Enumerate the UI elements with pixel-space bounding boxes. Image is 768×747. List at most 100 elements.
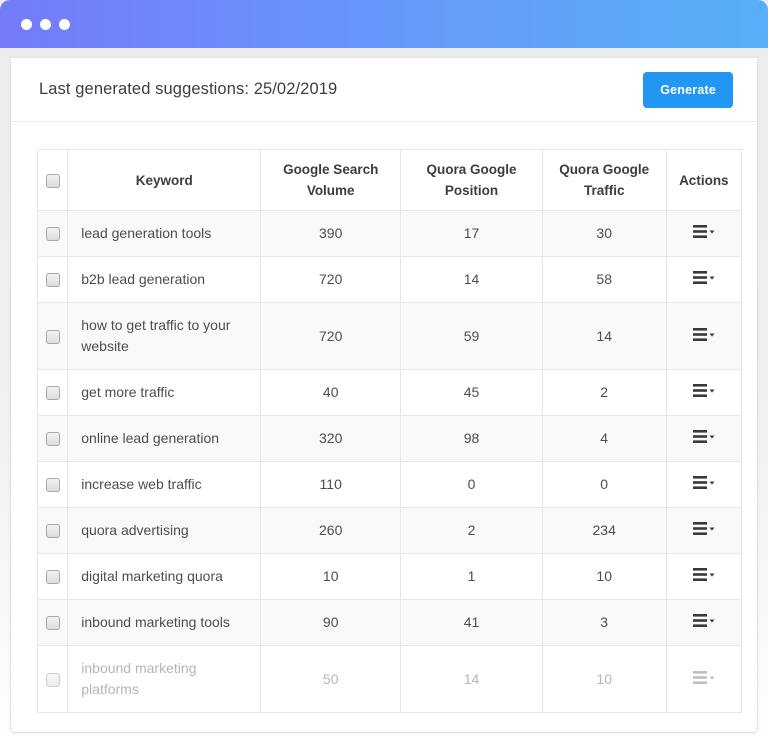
row-google-search-volume: 720 <box>260 302 402 370</box>
page: Last generated suggestions: 25/02/2019 G… <box>0 0 768 747</box>
table-header-row: Keyword Google Search Volume Quora Googl… <box>36 149 743 211</box>
row-actions-menu-button[interactable] <box>690 474 718 491</box>
row-google-search-volume: 50 <box>260 645 402 713</box>
hamburger-caret-icon <box>692 568 715 581</box>
row-checkbox[interactable] <box>46 478 60 493</box>
row-keyword: how to get traffic to your website <box>67 302 262 370</box>
row-checkbox[interactable] <box>46 273 60 288</box>
row-quora-google-traffic: 10 <box>541 553 667 600</box>
row-select-cell <box>36 599 69 646</box>
row-checkbox[interactable] <box>46 227 60 242</box>
column-header-quora-google-traffic: Quora Google Traffic <box>541 149 667 211</box>
row-quora-google-traffic: 30 <box>541 210 667 257</box>
column-header-quora-google-position: Quora Google Position <box>400 149 543 211</box>
row-quora-google-position: 0 <box>400 461 543 508</box>
row-keyword: online lead generation <box>67 415 262 462</box>
hamburger-caret-icon <box>692 430 715 443</box>
hamburger-caret-icon <box>692 476 715 489</box>
table-row: get more traffic 40 45 2 <box>36 369 743 416</box>
row-quora-google-traffic: 234 <box>541 507 667 554</box>
column-header-keyword: Keyword <box>67 149 262 211</box>
row-actions-cell <box>665 599 743 646</box>
table-row: increase web traffic 110 0 0 <box>36 461 743 508</box>
table-row: inbound marketing tools 90 41 3 <box>36 599 743 646</box>
row-quora-google-traffic: 14 <box>541 302 667 370</box>
row-quora-google-traffic: 3 <box>541 599 667 646</box>
row-quora-google-position: 1 <box>400 553 543 600</box>
window-dot-icon <box>21 18 32 30</box>
row-keyword: inbound marketing platforms <box>67 645 262 713</box>
row-select-cell <box>36 507 69 554</box>
row-checkbox[interactable] <box>46 386 60 401</box>
row-keyword: inbound marketing tools <box>67 599 262 646</box>
table-body: lead generation tools 390 17 30 b2b lead… <box>36 210 743 713</box>
hamburger-caret-icon <box>692 522 715 535</box>
row-actions-menu-button[interactable] <box>690 669 718 686</box>
suggestions-table: Keyword Google Search Volume Quora Googl… <box>36 149 743 713</box>
row-quora-google-position: 41 <box>400 599 543 646</box>
row-actions-menu-button[interactable] <box>690 326 718 343</box>
table-row: online lead generation 320 98 4 <box>36 415 743 462</box>
row-select-cell <box>36 461 69 508</box>
select-all-checkbox[interactable] <box>45 173 60 188</box>
row-actions-menu-button[interactable] <box>690 520 718 537</box>
row-select-cell <box>36 415 69 462</box>
hamburger-caret-icon <box>692 225 715 238</box>
row-quora-google-traffic: 10 <box>541 645 667 713</box>
row-keyword: b2b lead generation <box>67 256 262 303</box>
row-quora-google-traffic: 0 <box>541 461 667 508</box>
row-select-cell <box>36 302 69 370</box>
row-keyword: get more traffic <box>67 369 262 416</box>
row-actions-menu-button[interactable] <box>690 269 718 286</box>
row-checkbox[interactable] <box>46 672 60 687</box>
row-checkbox[interactable] <box>46 524 60 539</box>
row-actions-menu-button[interactable] <box>690 223 718 240</box>
row-select-cell <box>36 553 69 600</box>
row-keyword: increase web traffic <box>67 461 262 508</box>
table-row: how to get traffic to your website 720 5… <box>36 302 743 370</box>
row-google-search-volume: 260 <box>260 507 402 554</box>
row-select-cell <box>36 256 69 303</box>
row-keyword: digital marketing quora <box>67 553 262 600</box>
row-actions-cell <box>665 507 743 554</box>
row-actions-menu-button[interactable] <box>690 566 718 583</box>
row-checkbox[interactable] <box>46 616 60 631</box>
row-quora-google-position: 14 <box>400 256 543 303</box>
window-dot-icon <box>59 18 70 30</box>
row-quora-google-traffic: 4 <box>541 415 667 462</box>
select-all-header-cell <box>36 149 69 211</box>
row-actions-cell <box>665 461 743 508</box>
row-quora-google-position: 17 <box>400 210 543 257</box>
row-actions-cell <box>665 369 743 416</box>
row-checkbox[interactable] <box>46 570 60 585</box>
row-quora-google-position: 59 <box>400 302 543 370</box>
row-checkbox[interactable] <box>46 432 60 447</box>
row-actions-menu-button[interactable] <box>690 428 718 445</box>
row-google-search-volume: 320 <box>260 415 402 462</box>
row-select-cell <box>36 210 69 257</box>
table-wrap: Keyword Google Search Volume Quora Googl… <box>11 122 757 713</box>
row-quora-google-traffic: 2 <box>541 369 667 416</box>
browser-titlebar <box>0 0 768 48</box>
hamburger-caret-icon <box>692 271 715 284</box>
row-actions-menu-button[interactable] <box>690 382 718 399</box>
row-select-cell <box>36 369 69 416</box>
row-google-search-volume: 10 <box>260 553 402 600</box>
row-actions-cell <box>665 553 743 600</box>
row-actions-cell <box>665 645 743 713</box>
card-header: Last generated suggestions: 25/02/2019 G… <box>11 58 757 122</box>
hamburger-caret-icon <box>692 327 715 341</box>
row-actions-cell <box>665 256 743 303</box>
table-row: inbound marketing platforms 50 14 10 <box>36 645 743 713</box>
generate-button[interactable]: Generate <box>643 71 733 108</box>
page-title: Last generated suggestions: 25/02/2019 <box>39 80 338 98</box>
row-google-search-volume: 720 <box>260 256 402 303</box>
table-row: lead generation tools 390 17 30 <box>36 210 743 257</box>
table-row: digital marketing quora 10 1 10 <box>36 553 743 600</box>
table-row: b2b lead generation 720 14 58 <box>36 256 743 303</box>
table-row: quora advertising 260 2 234 <box>36 507 743 554</box>
row-actions-cell <box>665 210 743 257</box>
row-google-search-volume: 110 <box>260 461 402 508</box>
row-checkbox[interactable] <box>46 329 60 344</box>
row-actions-menu-button[interactable] <box>690 612 718 629</box>
